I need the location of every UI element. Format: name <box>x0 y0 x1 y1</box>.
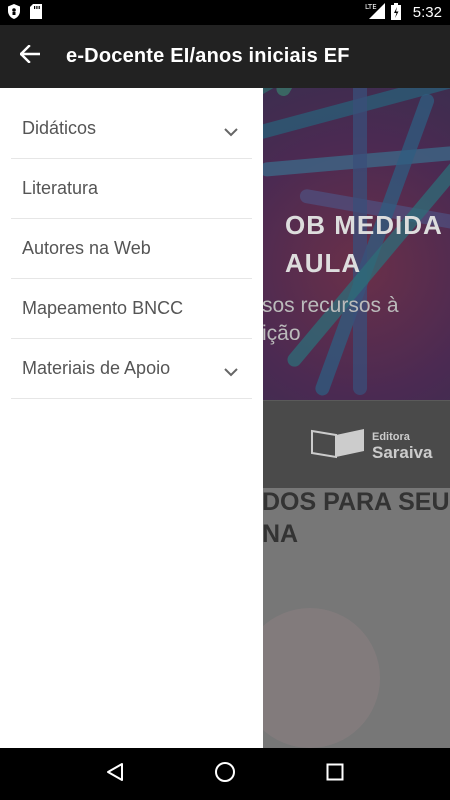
drawer-item-label: Autores na Web <box>22 238 151 258</box>
chevron-down-icon <box>224 361 238 382</box>
chevron-down-icon <box>224 121 238 142</box>
drawer-item-literatura[interactable]: Literatura <box>11 159 252 219</box>
book-icon <box>310 425 366 464</box>
nav-back-button[interactable] <box>95 754 135 794</box>
status-left-icons <box>8 3 42 22</box>
hero-sub-line-1: sos recursos à <box>262 294 399 317</box>
sd-card-icon <box>30 3 42 22</box>
system-nav-bar <box>0 748 450 800</box>
brand-text: Editora Saraiva <box>372 429 433 461</box>
drawer-item-didaticos[interactable]: Didáticos <box>11 99 252 159</box>
section-title-line-2: NA <box>262 520 299 548</box>
hero-subtitle: sos recursos à ição <box>262 292 399 348</box>
signal-icon: LTE <box>365 3 385 22</box>
navigation-drawer: Didáticos Literatura Autores na Web Mape… <box>0 88 263 748</box>
section-title: DOS PARA SEU NA <box>262 486 450 550</box>
drawer-item-autores-na-web[interactable]: Autores na Web <box>11 219 252 279</box>
app-bar: e-Docente EI/anos iniciais EF <box>0 25 450 88</box>
drawer-item-label: Literatura <box>22 178 99 198</box>
status-bar: LTE 5:32 <box>0 0 450 25</box>
nav-recents-button[interactable] <box>315 754 355 794</box>
nav-home-button[interactable] <box>205 754 245 794</box>
drawer-item-label: Didáticos <box>22 118 97 138</box>
drawer-item-label: Mapeamento BNCC <box>22 298 184 318</box>
network-type: LTE <box>365 3 377 11</box>
back-triangle-icon <box>106 762 124 787</box>
battery-icon <box>390 2 401 23</box>
app-title: e-Docente EI/anos iniciais EF <box>66 45 350 67</box>
home-circle-icon <box>214 761 236 788</box>
hero-line-1: OB MEDIDA <box>285 210 443 240</box>
brand-big-text: Saraiva <box>372 442 433 462</box>
drawer-item-label: Materiais de Apoio <box>22 358 171 378</box>
hero-line-2: AULA <box>285 248 362 278</box>
drawer-item-materiais-de-apoio[interactable]: Materiais de Apoio <box>11 339 252 399</box>
status-time: 5:32 <box>412 4 442 21</box>
hero-headline: OB MEDIDA AULA <box>285 206 443 282</box>
section-title-line-1: DOS PARA SEU <box>262 488 450 516</box>
recents-square-icon <box>326 763 344 786</box>
back-button[interactable] <box>0 25 60 88</box>
hero-sub-line-2: ição <box>262 322 301 345</box>
drawer-item-mapeamento-bncc[interactable]: Mapeamento BNCC <box>11 279 252 339</box>
arrow-back-icon <box>19 44 41 68</box>
status-right-icons: LTE 5:32 <box>365 2 442 23</box>
brand-logo: Editora Saraiva <box>310 425 433 464</box>
shield-icon <box>8 3 20 22</box>
